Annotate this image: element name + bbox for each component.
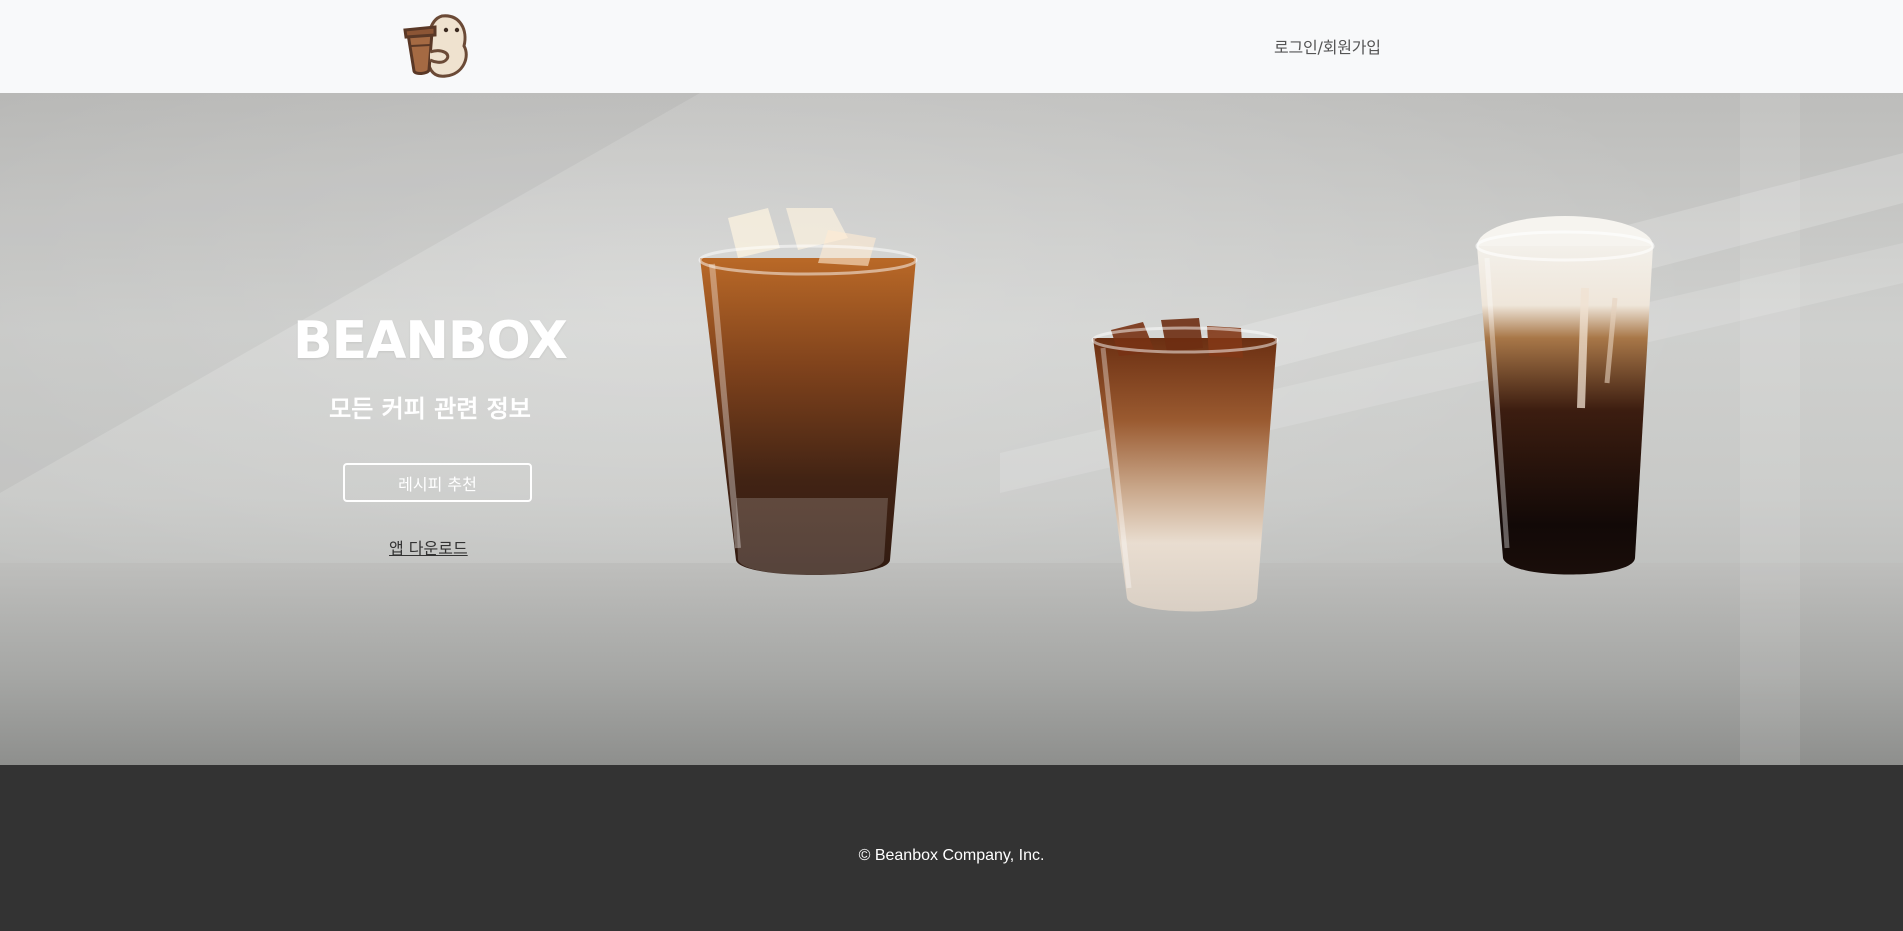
iced-americano-image [698, 208, 918, 575]
site-footer: © Beanbox Company, Inc. [0, 765, 1903, 931]
copyright-text: © Beanbox Company, Inc. [858, 847, 1045, 864]
hero-text-block: BEANBOX 모든 커피 관련 정보 [290, 311, 570, 424]
login-signup-link[interactable]: 로그인/회원가입 [1274, 34, 1381, 58]
hero-tagline: 모든 커피 관련 정보 [329, 395, 531, 423]
hero-banner: BEANBOX 모든 커피 관련 정보 레시피 추천 앱 다운로드 [0, 93, 1903, 765]
bean-mascot-logo-icon[interactable] [402, 12, 474, 80]
site-header: 로그인/회원가입 [0, 0, 1903, 93]
hero-floor [0, 563, 1903, 765]
cream-cold-brew-image [1475, 216, 1655, 575]
brand-title: BEANBOX [293, 311, 568, 371]
app-download-link[interactable]: 앱 다운로드 [389, 535, 468, 559]
iced-latte-image [1091, 318, 1279, 612]
recipe-recommend-button[interactable]: 레시피 추천 [343, 463, 532, 502]
